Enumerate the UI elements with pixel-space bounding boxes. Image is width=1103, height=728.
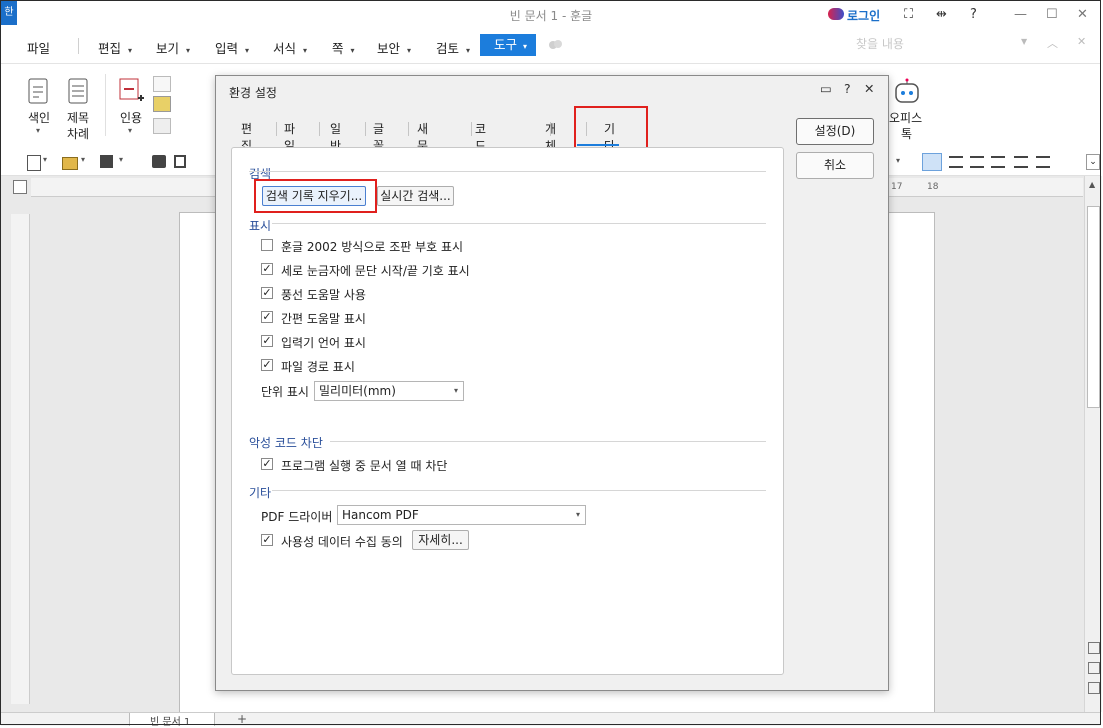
window-frame bbox=[0, 0, 1101, 725]
